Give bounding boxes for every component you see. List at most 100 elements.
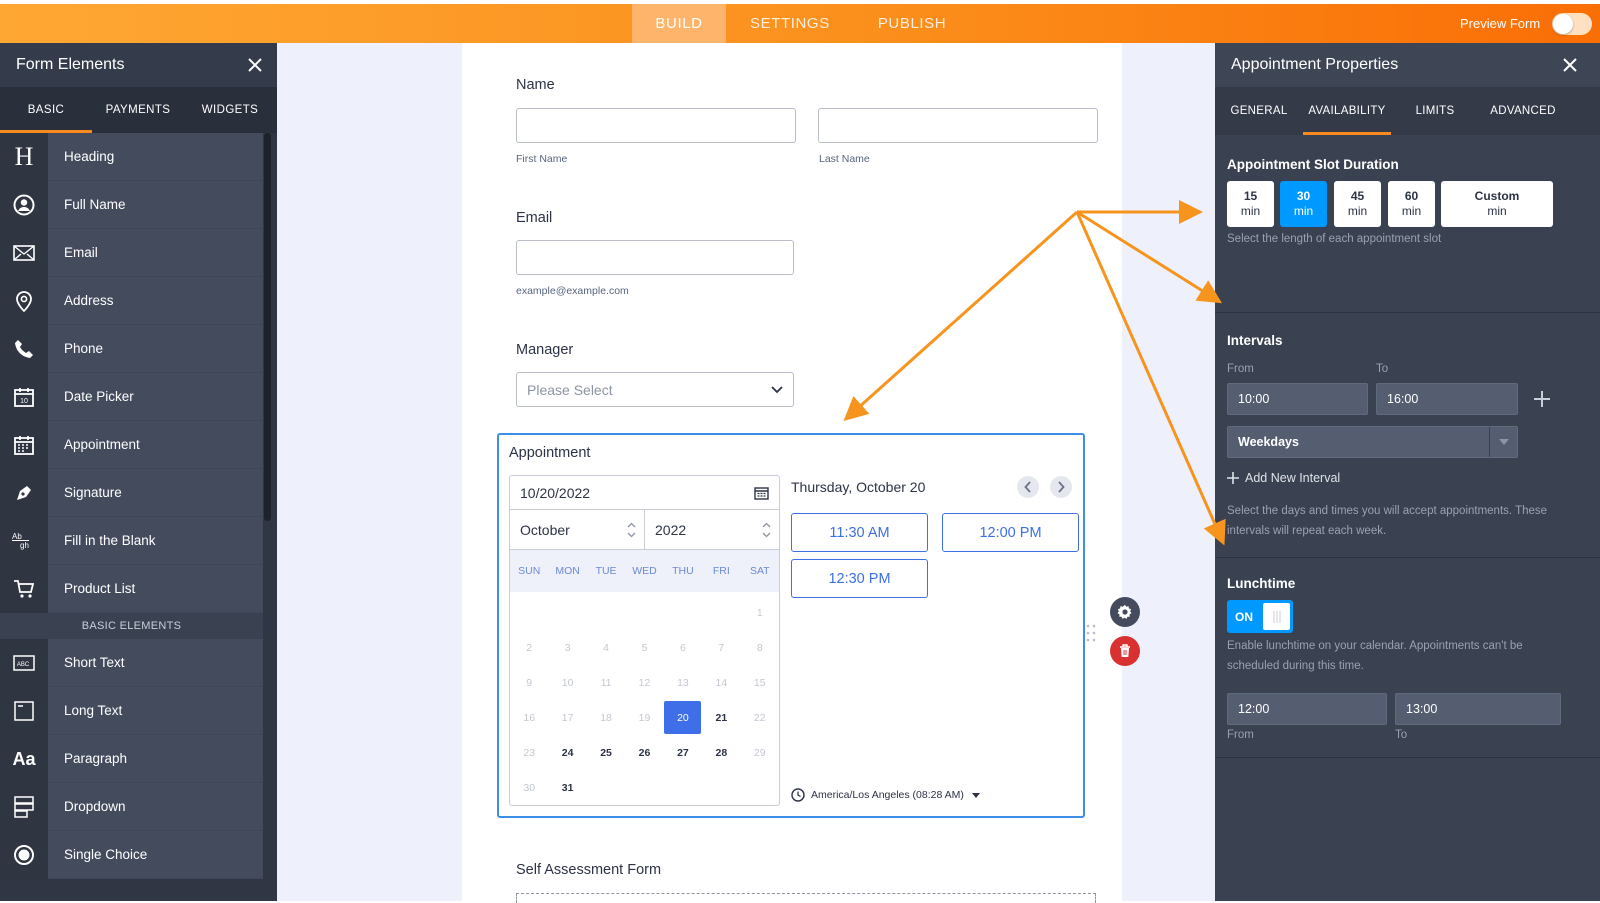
tab-build[interactable]: BUILD [632,4,726,43]
svg-text:10: 10 [20,398,28,405]
calendar-day[interactable]: 21 [702,700,740,735]
last-name-input[interactable] [818,108,1098,143]
lunchtime-from-input[interactable]: 12:00 [1227,693,1387,725]
tab-widgets[interactable]: WIDGETS [184,87,276,133]
clock-icon [791,788,805,802]
duration-options: 15 min 30 min 45 min 60 min Custom min [1227,181,1553,227]
email-label: Email [516,210,553,226]
tab-payments[interactable]: PAYMENTS [92,87,184,133]
calendar-day[interactable]: 27 [664,735,702,770]
calendar-day-selected[interactable]: 20 [664,700,702,735]
element-date-picker[interactable]: 10 Date Picker [0,373,263,421]
year-stepper[interactable]: 2022 [645,510,779,549]
delete-field-button[interactable] [1110,636,1140,666]
calendar-day[interactable]: 25 [587,735,625,770]
manager-dropdown[interactable]: Please Select [516,372,794,407]
duration-15-button[interactable]: 15 min [1227,181,1274,227]
element-email[interactable]: Email [0,229,263,277]
calendar-days-grid: 1 2 3 4 5 6 7 8 9 10 11 12 13 14 15 16 17 18 19 20 21 22 23 24 2… [510,592,779,805]
element-single-choice[interactable]: Single Choice [0,831,263,879]
element-dropdown[interactable]: Dropdown [0,783,263,831]
tab-basic[interactable]: BASIC [0,87,92,133]
interval-to-input[interactable]: 16:00 [1376,383,1518,415]
element-product-list[interactable]: Product List [0,565,263,613]
self-assessment-field[interactable] [516,893,1096,903]
duration-45-button[interactable]: 45 min [1334,181,1381,227]
add-interval-plus-icon[interactable] [1533,390,1551,408]
element-label: Long Text [48,687,263,734]
calendar-day[interactable]: 24 [548,735,586,770]
element-label: Paragraph [48,735,263,782]
calendar-day: 16 [523,711,536,724]
preview-form-toggle[interactable] [1552,12,1593,35]
month-spin-icon[interactable] [627,522,636,538]
svg-text:ABC: ABC [17,662,30,668]
tab-publish[interactable]: PUBLISH [854,4,970,43]
element-phone[interactable]: Phone [0,325,263,373]
add-new-interval-link[interactable]: Add New Interval [1227,471,1340,485]
tab-general[interactable]: GENERAL [1215,87,1303,135]
email-input[interactable] [516,240,794,275]
weekday-label: SAT [749,565,770,577]
timezone-selector[interactable]: America/Los Angeles (08:28 AM) [791,788,980,802]
element-long-text[interactable]: Long Text [0,687,263,735]
manager-label: Manager [516,342,574,358]
panel-scrollbar[interactable] [264,133,271,521]
calendar-day: 29 [753,746,766,759]
element-heading[interactable]: H Heading [0,133,263,181]
element-label: Signature [48,469,263,516]
time-slot-button[interactable]: 12:30 PM [791,559,928,598]
time-slot-button[interactable]: 11:30 AM [791,513,928,552]
interval-from-input[interactable]: 10:00 [1227,383,1368,415]
duration-custom-button[interactable]: Custom min [1441,181,1553,227]
lunchtime-to-input[interactable]: 13:00 [1395,693,1561,725]
element-signature[interactable]: Signature [0,469,263,517]
chevron-left-icon[interactable] [1017,476,1039,498]
email-sublabel: example@example.com [516,285,629,297]
element-label: Full Name [48,181,263,228]
calendar-day[interactable]: 28 [702,735,740,770]
element-full-name[interactable]: Full Name [0,181,263,229]
field-settings-button[interactable] [1110,597,1140,627]
close-icon[interactable] [247,57,263,73]
close-icon[interactable] [1562,57,1578,73]
element-appointment[interactable]: Appointment [0,421,263,469]
element-address[interactable]: Address [0,277,263,325]
month-value: October [520,521,570,538]
weekday-label: FRI [712,565,730,577]
element-short-text[interactable]: ABC Short Text [0,639,263,687]
duration-60-button[interactable]: 60 min [1388,181,1435,227]
calendar-empty-cell [625,595,663,630]
first-name-input[interactable] [516,108,796,143]
basic-elements-section-header: BASIC ELEMENTS [0,613,263,639]
calendar-day[interactable]: 31 [548,770,586,805]
calendar-day: 7 [718,641,725,654]
calendar-icon[interactable] [754,486,769,500]
time-slot-button[interactable]: 12:00 PM [942,513,1079,552]
tab-settings[interactable]: SETTINGS [726,4,854,43]
drag-handle-icon[interactable] [1086,624,1096,642]
appointment-properties-panel: Appointment Properties GENERAL AVAILABIL… [1215,43,1600,901]
appointment-calendar: 10/20/2022 October 2022 SUN MON TUE WED … [509,475,780,806]
calendar-day: 1 [756,606,763,619]
date-input[interactable]: 10/20/2022 [510,476,779,510]
chevron-right-icon[interactable] [1050,476,1072,498]
year-spin-icon[interactable] [762,522,771,538]
calendar-day[interactable]: 26 [625,735,663,770]
lunchtime-toggle[interactable]: ON [1227,600,1293,633]
tab-availability[interactable]: AVAILABILITY [1303,87,1391,135]
calendar-empty-cell [702,595,740,630]
duration-30-button[interactable]: 30 min [1280,181,1327,227]
element-label: Fill in the Blank [48,517,263,564]
appointment-field[interactable]: Appointment 10/20/2022 October 2022 SUN … [497,433,1085,818]
element-paragraph[interactable]: Aa Paragraph [0,735,263,783]
element-fill-in-the-blank[interactable]: Ab gh Fill in the Blank [0,517,263,565]
month-stepper[interactable]: October [510,510,645,549]
caret-down-icon [971,792,980,798]
calendar-empty-cell [548,595,586,630]
tab-advanced[interactable]: ADVANCED [1479,87,1567,135]
form-elements-panel: Form Elements BASIC PAYMENTS WIDGETS H H… [0,43,277,901]
tab-limits[interactable]: LIMITS [1391,87,1479,135]
intervals-hint: Select the days and times you will accep… [1227,505,1548,537]
interval-days-dropdown[interactable]: Weekdays [1227,426,1518,458]
